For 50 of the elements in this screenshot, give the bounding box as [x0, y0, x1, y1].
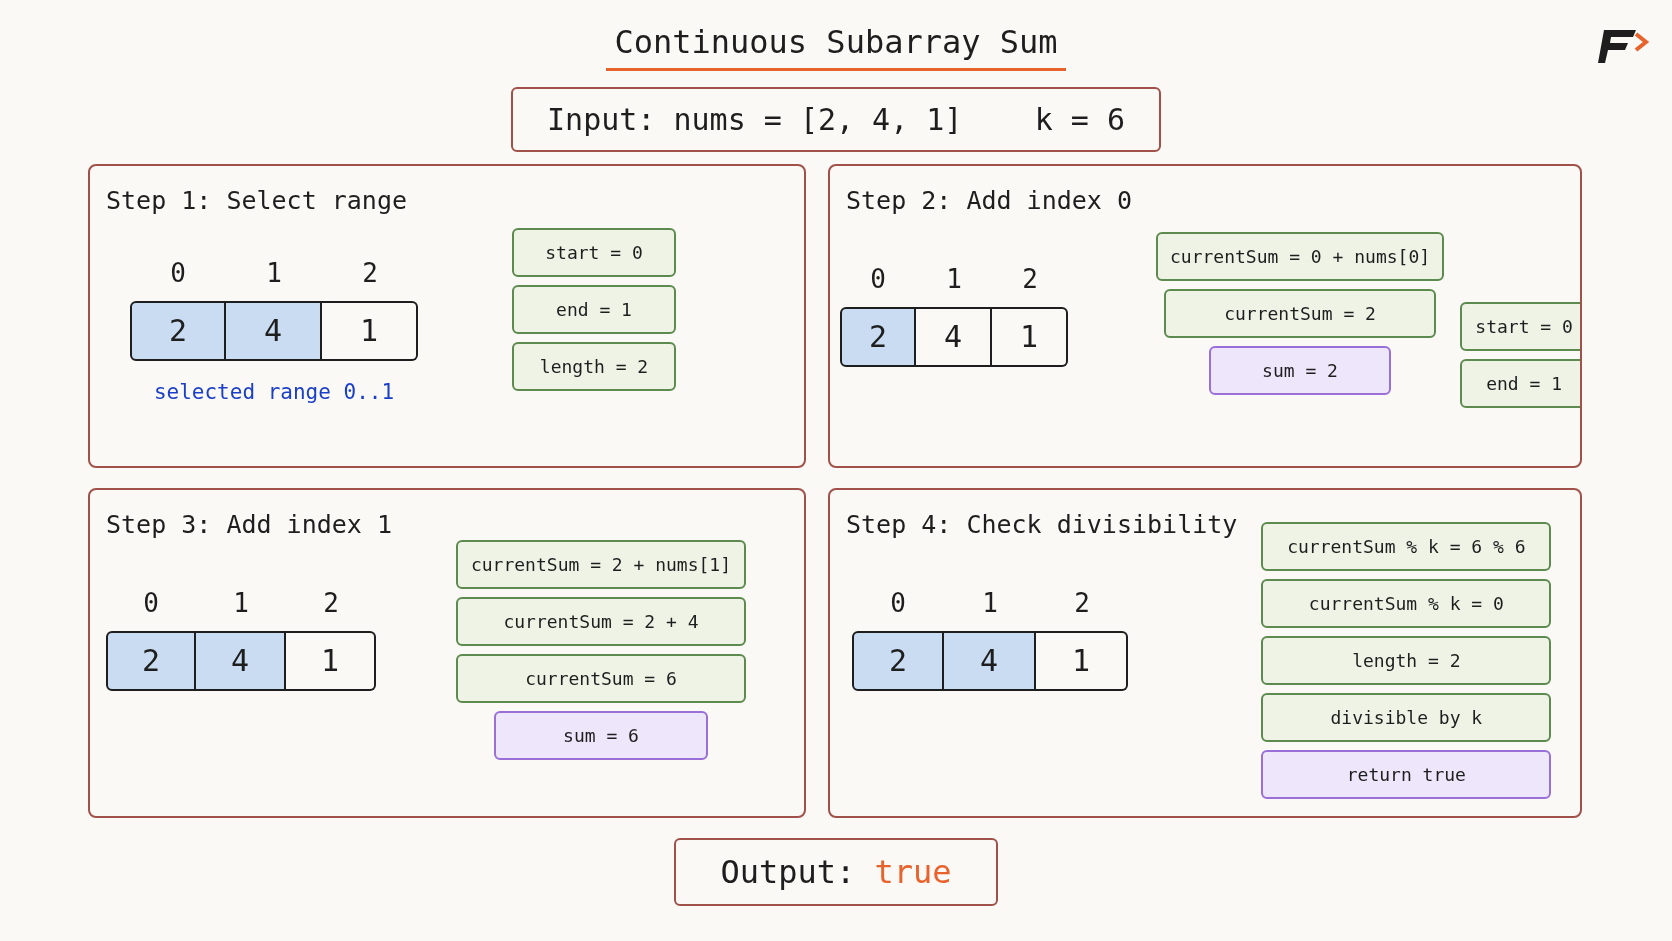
value-box: currentSum % k = 6 % 6 [1261, 522, 1552, 571]
value-box: start = 0 [512, 228, 676, 277]
array-index: 1 [232, 586, 250, 620]
value-box: currentSum = 0 + nums[0] [1156, 232, 1445, 281]
array-index: 2 [1073, 586, 1091, 620]
array-index: 2 [1021, 262, 1039, 296]
array-index: 1 [265, 256, 283, 290]
array-cell: 4 [226, 300, 322, 361]
array-cell: 4 [916, 306, 992, 367]
value-box: end = 1 [1460, 359, 1580, 408]
value-box: currentSum = 6 [456, 654, 746, 703]
input-label: Input: nums = [2, 4, 1] k = 6 [511, 87, 1161, 152]
result-box: sum = 2 [1209, 346, 1392, 395]
range-note: selected range 0..1 [153, 378, 395, 406]
value-box: divisible by k [1261, 693, 1552, 742]
value-box: end = 1 [512, 285, 676, 334]
array-index: 2 [361, 256, 379, 290]
value-box: length = 2 [512, 342, 676, 391]
array-index: 0 [169, 256, 187, 290]
array-index: 1 [981, 586, 999, 620]
array-cell: 1 [1036, 630, 1128, 691]
array-cell: 2 [106, 630, 196, 691]
array-cell: 1 [286, 630, 376, 691]
value-box: currentSum = 2 + nums[1] [456, 540, 746, 589]
array-cell: 1 [322, 300, 418, 361]
array-cell: 4 [944, 630, 1036, 691]
output-value: true [874, 853, 952, 891]
value-box: length = 2 [1261, 636, 1552, 685]
array-cell: 2 [130, 300, 226, 361]
step-title: Step 3: Add index 1 [106, 509, 392, 541]
array-index: 2 [322, 586, 340, 620]
array-cell: 2 [840, 306, 916, 367]
step-title: Step 2: Add index 0 [846, 185, 1132, 217]
value-box: currentSum = 2 [1164, 289, 1437, 338]
value-box: start = 0 [1460, 302, 1580, 351]
step-title: Step 1: Select range [106, 185, 409, 217]
output-label: Output: [720, 853, 856, 891]
array-index: 0 [889, 586, 907, 620]
array-index: 0 [142, 586, 160, 620]
result-box: return true [1261, 750, 1552, 799]
array-cell: 1 [992, 306, 1068, 367]
array-cell: 2 [852, 630, 944, 691]
array-index: 1 [945, 262, 963, 296]
result-box: sum = 6 [494, 711, 708, 760]
value-box: currentSum % k = 0 [1261, 579, 1552, 628]
step-title: Step 4: Check divisibility [846, 509, 1238, 541]
value-box: currentSum = 2 + 4 [456, 597, 746, 646]
array-index: 0 [869, 262, 887, 296]
diagram-title: Continuous Subarray Sum [606, 18, 1066, 71]
array-cell: 4 [196, 630, 286, 691]
